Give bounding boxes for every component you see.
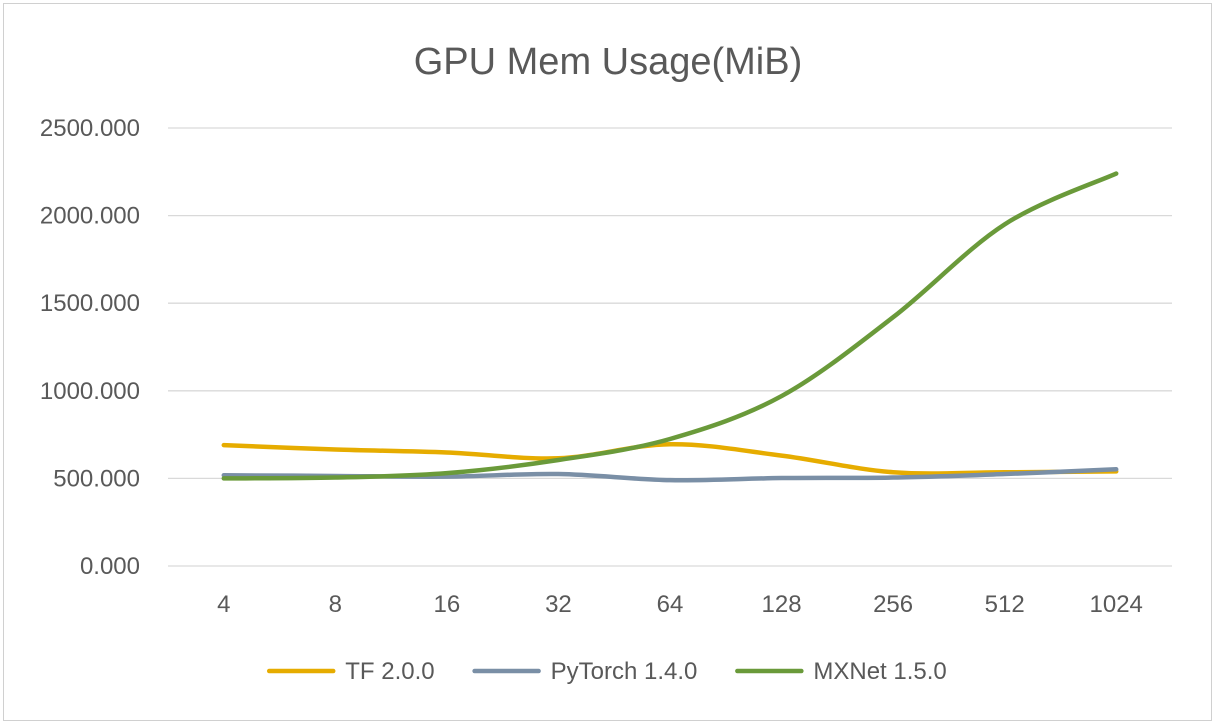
y-tick-label: 2000.000 [40, 203, 140, 230]
x-tick-label: 16 [434, 591, 461, 618]
series-line-mxnet-1-5-0 [221, 171, 1119, 481]
y-axis-tick-labels: 0.000 500.000 1000.000 1500.000 2000.000 2500… [40, 115, 140, 580]
x-tick-label: 256 [873, 591, 913, 618]
chart-title: GPU Mem Usage(MiB) [414, 41, 803, 83]
x-tick-label: 1024 [1090, 591, 1143, 618]
legend-label: TF 2.0.0 [345, 658, 434, 685]
y-tick-label: 500.000 [53, 465, 140, 492]
legend-label: MXNet 1.5.0 [813, 658, 946, 685]
x-tick-label: 4 [217, 591, 230, 618]
y-tick-label: 2500.000 [40, 115, 140, 142]
y-tick-label: 1500.000 [40, 290, 140, 317]
x-tick-label: 64 [657, 591, 684, 618]
legend-item-pytorch-1-4-0: PyTorch 1.4.0 [472, 658, 698, 685]
series-lines [221, 171, 1119, 483]
x-tick-label: 8 [329, 591, 342, 618]
y-tick-label: 1000.000 [40, 378, 140, 405]
x-axis-tick-labels: 4 8 16 32 64 128 256 512 1024 [217, 591, 1143, 618]
series-line-tf-2-0-0 [221, 441, 1119, 476]
x-tick-label: 32 [545, 591, 572, 618]
line-chart: GPU Mem Usage(MiB) 0.000 500.000 1000.000 1… [40, 41, 1172, 685]
legend-label: PyTorch 1.4.0 [551, 658, 698, 685]
legend-item-mxnet-1-5-0: MXNet 1.5.0 [735, 658, 947, 685]
legend: TF 2.0.0 PyTorch 1.4.0 MXNet 1.5.0 [266, 658, 947, 685]
x-tick-label: 512 [985, 591, 1025, 618]
legend-item-tf-2-0-0: TF 2.0.0 [266, 658, 435, 685]
y-tick-label: 0.000 [80, 553, 140, 580]
gridlines [168, 127, 1172, 567]
x-tick-label: 128 [762, 591, 802, 618]
